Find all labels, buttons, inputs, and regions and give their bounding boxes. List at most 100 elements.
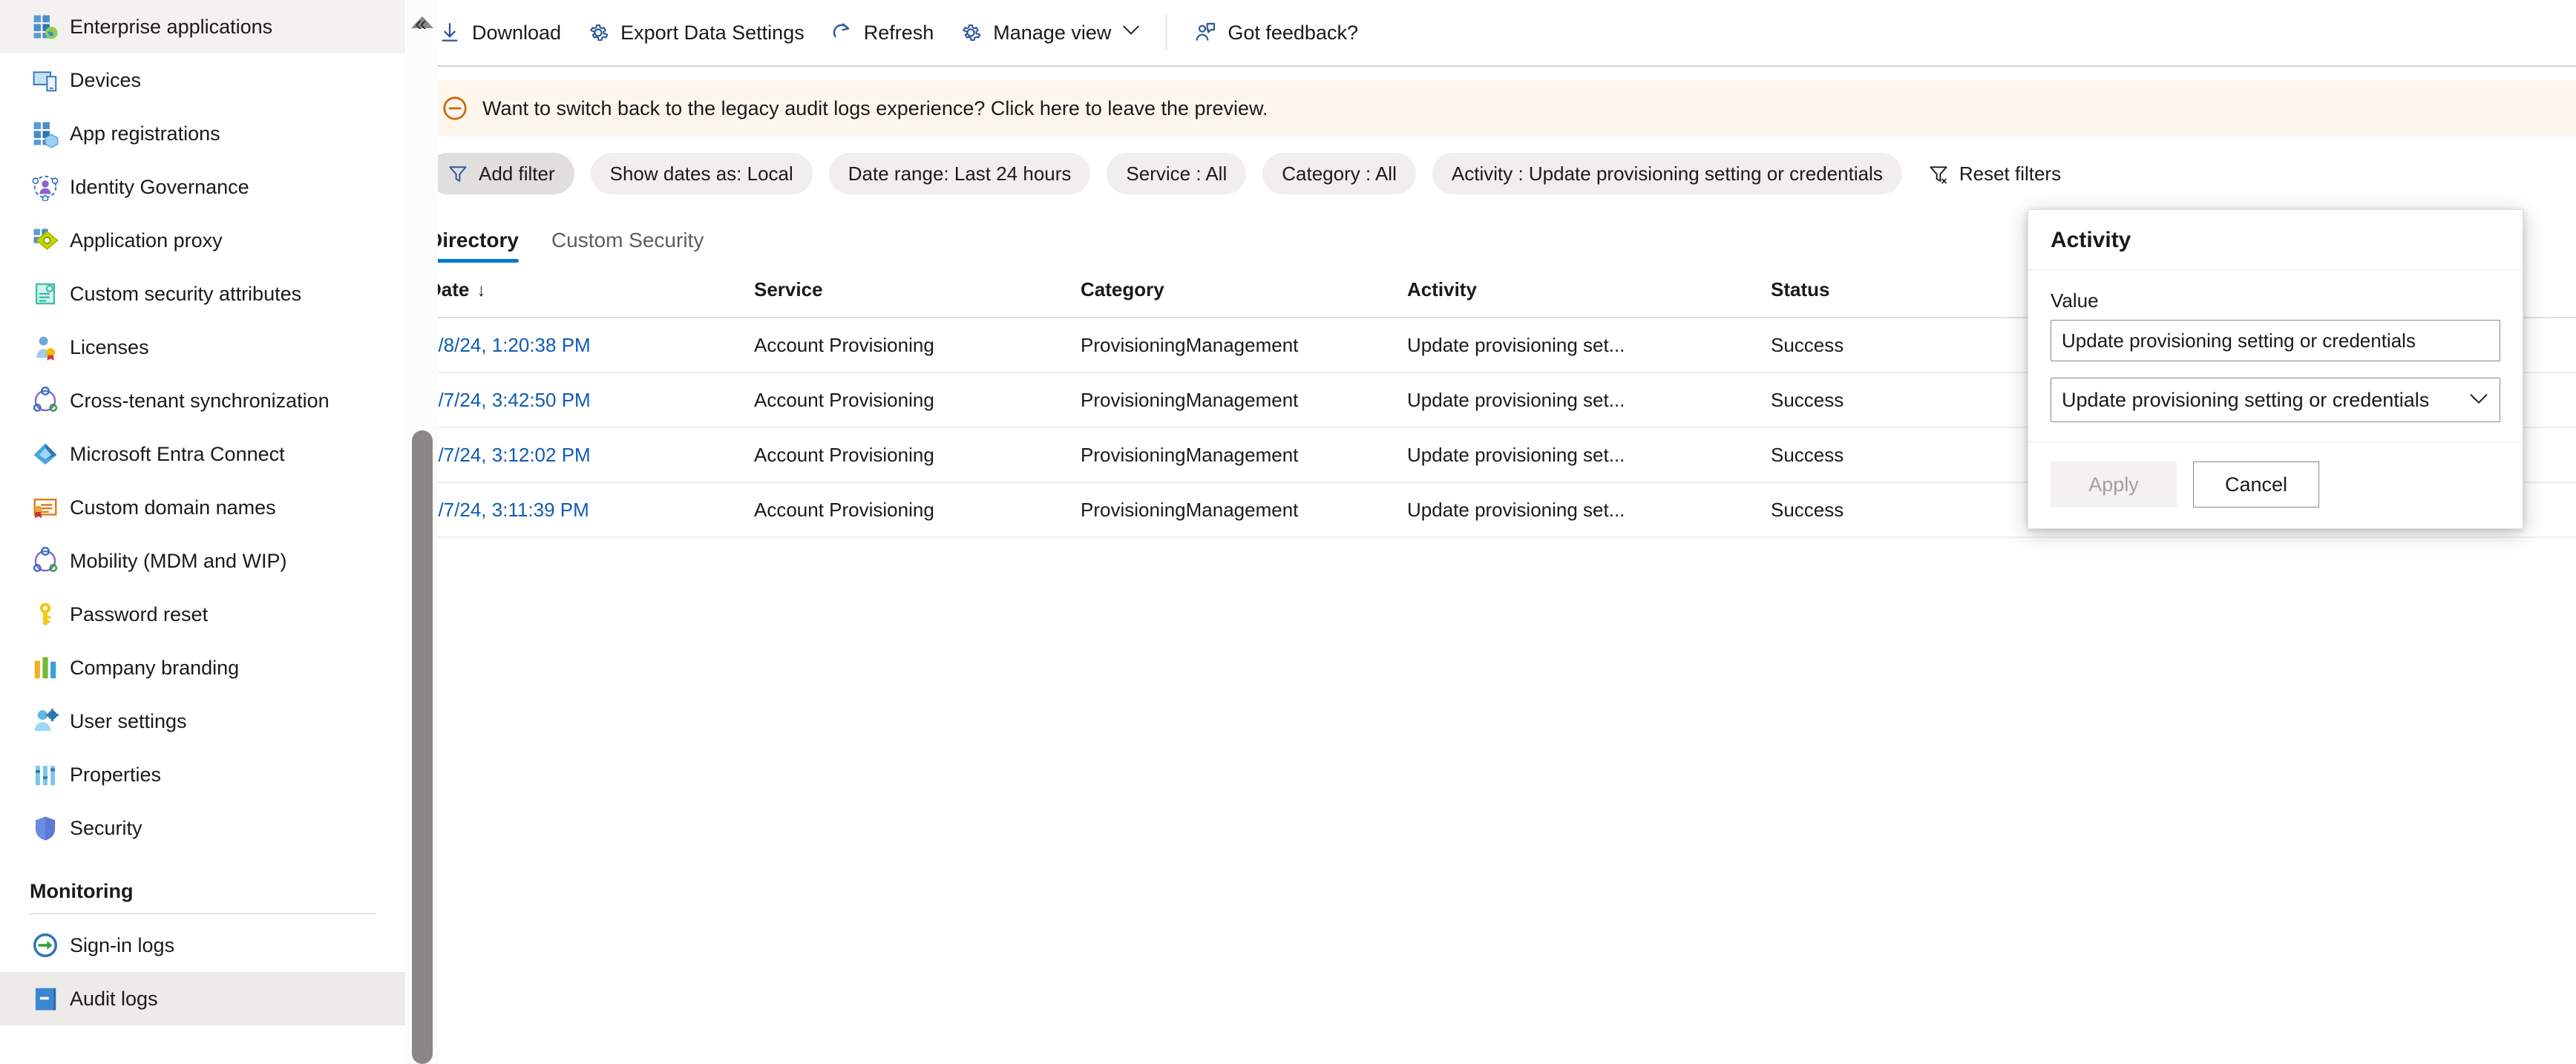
filter-service[interactable]: Service : All xyxy=(1107,153,1247,194)
cell-date[interactable]: 5/7/24, 3:12:02 PM xyxy=(427,427,754,483)
activity-value-input[interactable] xyxy=(2051,320,2500,361)
filter-pill-label: Activity : Update provisioning setting o… xyxy=(1451,162,1883,185)
column-label: Category xyxy=(1081,278,1164,301)
sidebar-item-custom-domain-names[interactable]: Custom domain names xyxy=(0,481,405,534)
download-icon xyxy=(436,19,463,46)
date-link[interactable]: 5/8/24, 1:20:38 PM xyxy=(427,334,591,356)
sidebar-item-app-registrations[interactable]: App registrations xyxy=(0,107,405,160)
cell-activity: Update provisioning set... xyxy=(1407,427,1771,483)
filter-bar: Add filter Show dates as: Local Date ran… xyxy=(405,137,2576,194)
preview-banner-text[interactable]: Want to switch back to the legacy audit … xyxy=(482,97,1268,120)
cell-activity: Update provisioning set... xyxy=(1407,372,1771,428)
chevron-double-left-icon: « xyxy=(415,12,427,35)
got-feedback-button[interactable]: Got feedback? xyxy=(1180,10,1370,56)
sidebar-item-company-branding[interactable]: Company branding xyxy=(0,641,405,694)
sidebar-item-label: Password reset xyxy=(70,602,209,625)
sidebar-item-label: Microsoft Entra Connect xyxy=(70,442,285,465)
column-header-status[interactable]: Status xyxy=(1771,263,2068,318)
sort-descending-icon[interactable]: ↓ xyxy=(476,280,485,301)
sidebar-item-identity-governance[interactable]: Identity Governance xyxy=(0,160,405,214)
preview-banner[interactable]: Want to switch back to the legacy audit … xyxy=(419,80,2576,137)
minus-circle-icon xyxy=(441,94,469,122)
popup-footer: Apply Cancel xyxy=(2028,442,2523,528)
sidebar-item-application-proxy[interactable]: Application proxy xyxy=(0,214,405,267)
export-data-settings-button[interactable]: Export Data Settings xyxy=(573,10,816,56)
sidebar-item-security[interactable]: Security xyxy=(0,801,405,855)
sidebar-item-user-settings[interactable]: User settings xyxy=(0,694,405,748)
sidebar-item-custom-security-attributes[interactable]: Custom security attributes xyxy=(0,267,405,321)
sidebar-item-cross-tenant-synchronization[interactable]: Cross-tenant synchronization xyxy=(0,374,405,427)
cell-service: Account Provisioning xyxy=(754,427,1081,483)
sidebar-item-label: Company branding xyxy=(70,656,240,679)
date-link[interactable]: 5/7/24, 3:12:02 PM xyxy=(427,444,591,466)
sidebar-item-label: Licenses xyxy=(70,335,149,358)
audit-logs-page: Enterprise applications Devices App regi… xyxy=(0,0,2576,1064)
sidebar-item-password-reset[interactable]: Password reset xyxy=(0,588,405,641)
reset-filters-button[interactable]: Reset filters xyxy=(1918,153,2070,194)
date-link[interactable]: 5/7/24, 3:42:50 PM xyxy=(427,389,591,411)
collapse-sidebar-button[interactable]: « xyxy=(404,7,437,40)
download-button[interactable]: Download xyxy=(425,10,573,56)
column-header-date[interactable]: Date ↓ xyxy=(427,263,754,318)
column-label: Service xyxy=(754,278,823,301)
enterprise-applications-icon xyxy=(30,11,61,42)
cell-date[interactable]: 5/8/24, 1:20:38 PM xyxy=(427,318,754,373)
sidebar-item-label: User settings xyxy=(70,709,187,732)
sidebar-item-label: Security xyxy=(70,816,142,839)
cell-service: Account Provisioning xyxy=(754,318,1081,373)
activity-value-dropdown[interactable]: Update provisioning setting or credentia… xyxy=(2051,378,2500,422)
sidebar-item-licenses[interactable]: Licenses xyxy=(0,321,405,374)
filter-show-dates-as[interactable]: Show dates as: Local xyxy=(590,153,813,194)
cell-date[interactable]: 5/7/24, 3:11:39 PM xyxy=(427,482,754,538)
entra-connect-icon xyxy=(30,439,61,470)
toolbar-bottom-rule xyxy=(419,65,2576,67)
sidebar-item-devices[interactable]: Devices xyxy=(0,53,405,107)
app-registrations-icon xyxy=(30,118,61,149)
main-content: Download Export Data Settings Refresh Ma… xyxy=(405,0,2576,1064)
sidebar-item-properties[interactable]: Properties xyxy=(0,748,405,801)
date-link[interactable]: 5/7/24, 3:11:39 PM xyxy=(427,499,589,521)
password-reset-icon xyxy=(30,599,61,630)
apply-button[interactable]: Apply xyxy=(2051,462,2177,508)
sidebar: Enterprise applications Devices App regi… xyxy=(0,0,438,1064)
cell-date[interactable]: 5/7/24, 3:42:50 PM xyxy=(427,372,754,428)
cell-service: Account Provisioning xyxy=(754,482,1081,538)
refresh-label: Refresh xyxy=(863,21,934,44)
filter-category[interactable]: Category : All xyxy=(1262,153,1416,194)
tab-custom-security[interactable]: Custom Security xyxy=(535,229,720,263)
cell-category: ProvisioningManagement xyxy=(1081,482,1407,538)
sidebar-item-label: Sign-in logs xyxy=(70,933,175,956)
column-header-category[interactable]: Category xyxy=(1081,263,1407,318)
user-settings-icon xyxy=(30,706,61,737)
add-filter-button[interactable]: Add filter xyxy=(427,153,574,194)
cancel-button[interactable]: Cancel xyxy=(2193,462,2319,508)
column-label: Status xyxy=(1771,278,1830,301)
column-header-service[interactable]: Service xyxy=(754,263,1081,318)
filter-activity[interactable]: Activity : Update provisioning setting o… xyxy=(1432,153,1902,194)
custom-domain-names-icon xyxy=(30,492,61,523)
sidebar-item-label: Cross-tenant synchronization xyxy=(70,389,330,412)
manage-view-button[interactable]: Manage view xyxy=(945,10,1153,56)
sidebar-item-mobility[interactable]: Mobility (MDM and WIP) xyxy=(0,534,405,588)
column-label: Activity xyxy=(1407,278,1477,301)
sidebar-item-label: App registrations xyxy=(70,122,220,145)
sidebar-item-label: Enterprise applications xyxy=(70,15,273,38)
sidebar-item-microsoft-entra-connect[interactable]: Microsoft Entra Connect xyxy=(0,427,405,481)
refresh-button[interactable]: Refresh xyxy=(816,10,946,56)
scrollbar-thumb[interactable] xyxy=(412,430,433,1064)
column-header-activity[interactable]: Activity xyxy=(1407,263,1771,318)
sidebar-item-sign-in-logs[interactable]: Sign-in logs xyxy=(0,919,405,972)
filter-date-range[interactable]: Date range: Last 24 hours xyxy=(828,153,1091,194)
filter-clear-icon xyxy=(1927,162,1950,185)
devices-icon xyxy=(30,65,61,96)
filter-pill-label: Date range: Last 24 hours xyxy=(848,162,1072,185)
sidebar-scrollbar[interactable] xyxy=(407,0,438,1064)
cell-activity: Update provisioning set... xyxy=(1407,318,1771,373)
sidebar-item-enterprise-applications[interactable]: Enterprise applications xyxy=(0,0,405,53)
sidebar-item-audit-logs[interactable]: Audit logs xyxy=(0,972,405,1025)
tab-label: Custom Security xyxy=(551,229,704,252)
cell-activity: Update provisioning set... xyxy=(1407,482,1771,538)
popup-header: Activity xyxy=(2028,210,2523,270)
tab-directory[interactable]: Directory xyxy=(427,229,535,263)
sidebar-item-label: Properties xyxy=(70,763,162,786)
